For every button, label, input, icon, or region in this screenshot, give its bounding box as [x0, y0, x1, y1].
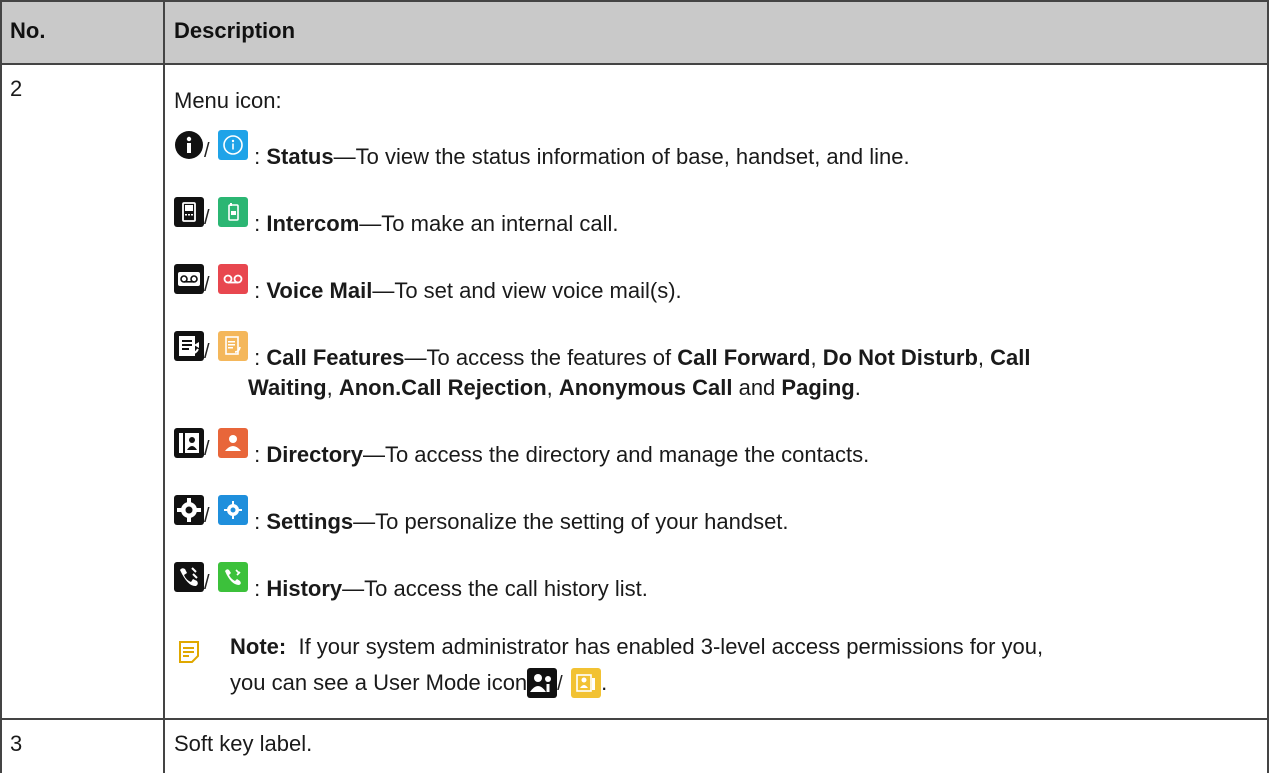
colon: :	[254, 345, 267, 370]
table-border-left	[0, 0, 2, 773]
row2-number: 2	[10, 76, 23, 101]
colon: :	[254, 211, 267, 236]
feature-dnd: Do Not Disturb	[822, 345, 978, 370]
directory-dark-icon	[174, 428, 204, 458]
menu-item-call-features: / : Call Features—To access the features…	[174, 331, 1269, 411]
feature-anon-reject: Anon.Call Rejection	[338, 375, 547, 400]
usermode-dark-icon	[527, 668, 558, 698]
history-color-icon	[218, 562, 248, 592]
menu-item-status: / : Status—To view the status informatio…	[174, 130, 910, 176]
header-divider	[0, 63, 1269, 65]
feature-call-waiting-1: Call	[990, 345, 1031, 370]
feature-end: .	[854, 375, 861, 400]
intercom-title: Intercom	[266, 211, 360, 236]
history-dark-icon	[174, 562, 204, 592]
voicemail-color-icon	[218, 264, 248, 294]
feature-paging: Paging	[781, 375, 855, 400]
settings-title: Settings	[266, 509, 354, 534]
note-text-1: If your system administrator has enabled…	[298, 634, 1044, 659]
note-text-2: you can see a User Mode icon	[230, 670, 528, 695]
row-divider	[0, 718, 1269, 720]
menu-item-history: / : History—To access the call history l…	[174, 562, 648, 608]
note-line1: Note: If your system administrator has e…	[230, 634, 1043, 660]
row3-number: 3	[10, 731, 23, 756]
voicemail-title: Voice Mail	[266, 278, 373, 303]
colon: :	[254, 144, 267, 169]
colon: :	[254, 576, 267, 601]
description-table: No. Description 2 Menu icon: / : Status—…	[0, 0, 1269, 773]
note-line2: you can see a User Mode icon / .	[230, 668, 607, 698]
settings-desc: —To personalize the setting of your hand…	[353, 509, 789, 534]
separator: /	[204, 140, 210, 162]
feature-sep: ,	[810, 345, 823, 370]
voicemail-desc: —To set and view voice mail(s).	[372, 278, 682, 303]
status-dark-icon	[174, 130, 204, 160]
callfeatures-color-icon	[218, 331, 248, 361]
voicemail-dark-icon	[174, 264, 204, 294]
callfeatures-desc: —To access the features of	[404, 345, 678, 370]
menu-item-voicemail: / : Voice Mail—To set and view voice mai…	[174, 264, 682, 310]
menu-item-directory: / : Directory—To access the directory an…	[174, 428, 869, 474]
status-color-icon	[218, 130, 248, 160]
row3-description: Soft key label.	[174, 731, 313, 756]
callfeatures-title: Call Features	[266, 345, 405, 370]
header-description: Description	[174, 18, 296, 43]
intercom-color-icon	[218, 197, 248, 227]
separator: /	[557, 673, 563, 695]
intercom-dark-icon	[174, 197, 204, 227]
history-desc: —To access the call history list.	[342, 576, 648, 601]
status-title: Status	[266, 144, 334, 169]
directory-title: Directory	[266, 442, 363, 467]
feature-sep: ,	[977, 345, 991, 370]
feature-anonymous-call: Anonymous Call	[558, 375, 733, 400]
table-border-top	[0, 0, 1269, 2]
menu-item-settings: / : Settings—To personalize the setting …	[174, 495, 789, 541]
status-desc: —To view the status information of base,…	[333, 144, 910, 169]
feature-call-waiting-2: Waiting	[248, 375, 327, 400]
colon: :	[254, 442, 267, 467]
menu-item-intercom: / : Intercom—To make an internal call.	[174, 197, 619, 243]
directory-desc: —To access the directory and manage the …	[362, 442, 870, 467]
note-label: Note:	[230, 634, 287, 659]
settings-dark-icon	[174, 495, 204, 525]
callfeatures-dark-icon	[174, 331, 204, 361]
feature-sep: and	[732, 375, 782, 400]
note-end: .	[601, 670, 608, 695]
feature-sep: ,	[326, 375, 339, 400]
separator: /	[204, 341, 210, 363]
separator: /	[204, 274, 210, 296]
colon: :	[254, 509, 267, 534]
separator: /	[204, 572, 210, 594]
feature-call-forward: Call Forward	[677, 345, 811, 370]
separator: /	[204, 505, 210, 527]
intercom-desc: —To make an internal call.	[359, 211, 619, 236]
header-no: No.	[10, 18, 46, 43]
menu-intro: Menu icon:	[174, 88, 282, 113]
directory-color-icon	[218, 428, 248, 458]
feature-sep: ,	[546, 375, 559, 400]
history-title: History	[266, 576, 343, 601]
separator: /	[204, 207, 210, 229]
note-icon	[178, 640, 200, 664]
separator: /	[204, 438, 210, 460]
settings-color-icon	[218, 495, 248, 525]
column-divider	[163, 0, 165, 773]
usermode-color-icon	[571, 668, 602, 698]
colon: :	[254, 278, 267, 303]
